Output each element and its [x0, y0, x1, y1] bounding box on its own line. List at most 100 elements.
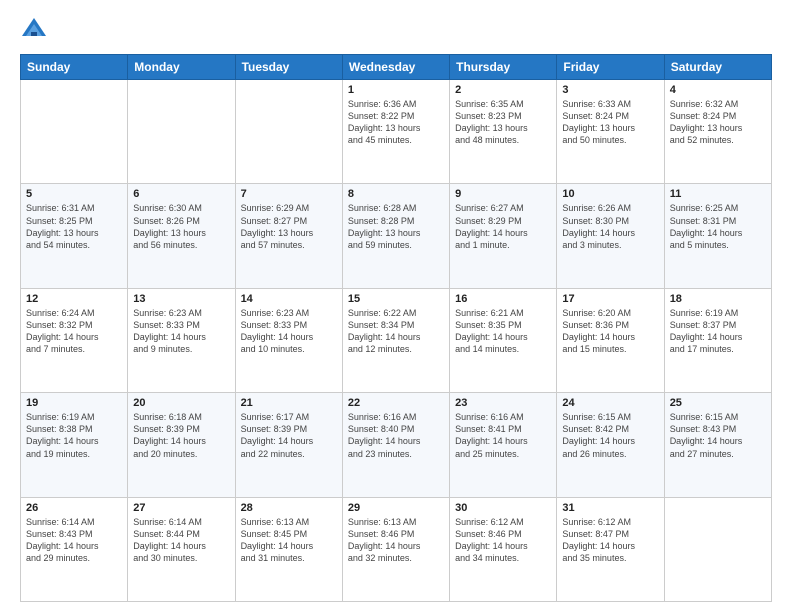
logo-icon [20, 16, 48, 44]
calendar-cell: 23 Sunrise: 6:16 AM Sunset: 8:41 PM Dayli… [450, 393, 557, 497]
day-info: Sunrise: 6:13 AM Sunset: 8:45 PM Dayligh… [241, 516, 337, 565]
calendar-week-3: 19Sunrise: 6:19 AM Sunset: 8:38 PM Dayli… [21, 393, 772, 497]
calendar-header-row: SundayMondayTuesdayWednesdayThursdayFrid… [21, 55, 772, 80]
day-info: Sunrise: 6:15 AM Sunset: 8:42 PM Dayligh… [562, 411, 658, 460]
calendar-cell: 14Sunrise: 6:23 AM Sunset: 8:33 PM Dayli… [235, 288, 342, 392]
day-info: Sunrise: 6:26 AM Sunset: 8:30 PM Dayligh… [562, 202, 658, 251]
calendar-cell: 3 Sunrise: 6:33 AM Sunset: 8:24 PM Daylig… [557, 80, 664, 184]
day-number: 3 [562, 84, 658, 96]
day-info: Sunrise: 6:22 AM Sunset: 8:34 PM Dayligh… [348, 307, 444, 356]
day-number: 2 [455, 84, 551, 96]
day-info: Sunrise: 6:30 AM Sunset: 8:26 PM Dayligh… [133, 202, 229, 251]
day-info: Sunrise: 6:29 AM Sunset: 8:27 PM Dayligh… [241, 202, 337, 251]
calendar-cell: 9 Sunrise: 6:27 AM Sunset: 8:29 PM Daylig… [450, 184, 557, 288]
day-number: 21 [241, 397, 337, 409]
day-info: Sunrise: 6:21 AM Sunset: 8:35 PM Dayligh… [455, 307, 551, 356]
day-number: 27 [133, 502, 229, 514]
calendar-cell: 13 Sunrise: 6:23 AM Sunset: 8:33 PM Dayli… [128, 288, 235, 392]
day-info: Sunrise: 6:15 AM Sunset: 8:43 PM Dayligh… [670, 411, 766, 460]
calendar-cell: 17Sunrise: 6:20 AM Sunset: 8:36 PM Dayli… [557, 288, 664, 392]
calendar-cell: 25 Sunrise: 6:15 AM Sunset: 8:43 PM Dayli… [664, 393, 771, 497]
day-number: 11 [670, 188, 766, 200]
day-number: 1 [348, 84, 444, 96]
calendar-week-4: 26 Sunrise: 6:14 AM Sunset: 8:43 PM Dayli… [21, 497, 772, 601]
day-info: Sunrise: 6:28 AM Sunset: 8:28 PM Dayligh… [348, 202, 444, 251]
day-number: 5 [26, 188, 122, 200]
day-number: 22 [348, 397, 444, 409]
calendar-cell: 15 Sunrise: 6:22 AM Sunset: 8:34 PM Dayli… [342, 288, 449, 392]
day-number: 29 [348, 502, 444, 514]
day-info: Sunrise: 6:25 AM Sunset: 8:31 PM Dayligh… [670, 202, 766, 251]
calendar-cell: 2 Sunrise: 6:35 AM Sunset: 8:23 PM Daylig… [450, 80, 557, 184]
calendar-cell: 31 Sunrise: 6:12 AM Sunset: 8:47 PM Dayli… [557, 497, 664, 601]
day-info: Sunrise: 6:13 AM Sunset: 8:46 PM Dayligh… [348, 516, 444, 565]
calendar-cell: 7 Sunrise: 6:29 AM Sunset: 8:27 PM Daylig… [235, 184, 342, 288]
calendar-cell: 12Sunrise: 6:24 AM Sunset: 8:32 PM Dayli… [21, 288, 128, 392]
logo [20, 16, 52, 44]
day-info: Sunrise: 6:18 AM Sunset: 8:39 PM Dayligh… [133, 411, 229, 460]
calendar-cell: 5Sunrise: 6:31 AM Sunset: 8:25 PM Daylig… [21, 184, 128, 288]
day-number: 18 [670, 293, 766, 305]
day-number: 10 [562, 188, 658, 200]
calendar-cell [21, 80, 128, 184]
day-info: Sunrise: 6:32 AM Sunset: 8:24 PM Dayligh… [670, 98, 766, 147]
day-info: Sunrise: 6:14 AM Sunset: 8:43 PM Dayligh… [26, 516, 122, 565]
day-number: 14 [241, 293, 337, 305]
day-number: 17 [562, 293, 658, 305]
calendar-cell: 24 Sunrise: 6:15 AM Sunset: 8:42 PM Dayli… [557, 393, 664, 497]
day-info: Sunrise: 6:35 AM Sunset: 8:23 PM Dayligh… [455, 98, 551, 147]
day-number: 15 [348, 293, 444, 305]
calendar-header-wednesday: Wednesday [342, 55, 449, 80]
calendar-cell: 22 Sunrise: 6:16 AM Sunset: 8:40 PM Dayli… [342, 393, 449, 497]
day-number: 20 [133, 397, 229, 409]
day-info: Sunrise: 6:23 AM Sunset: 8:33 PM Dayligh… [133, 307, 229, 356]
day-info: Sunrise: 6:12 AM Sunset: 8:47 PM Dayligh… [562, 516, 658, 565]
day-number: 26 [26, 502, 122, 514]
day-number: 16 [455, 293, 551, 305]
day-number: 7 [241, 188, 337, 200]
calendar-cell: 8 Sunrise: 6:28 AM Sunset: 8:28 PM Daylig… [342, 184, 449, 288]
calendar-header-monday: Monday [128, 55, 235, 80]
day-info: Sunrise: 6:16 AM Sunset: 8:41 PM Dayligh… [455, 411, 551, 460]
calendar-cell: 19Sunrise: 6:19 AM Sunset: 8:38 PM Dayli… [21, 393, 128, 497]
day-number: 13 [133, 293, 229, 305]
calendar-header-saturday: Saturday [664, 55, 771, 80]
calendar-cell: 30 Sunrise: 6:12 AM Sunset: 8:46 PM Dayli… [450, 497, 557, 601]
day-number: 6 [133, 188, 229, 200]
page: SundayMondayTuesdayWednesdayThursdayFrid… [0, 0, 792, 612]
calendar-header-thursday: Thursday [450, 55, 557, 80]
day-number: 4 [670, 84, 766, 96]
day-info: Sunrise: 6:19 AM Sunset: 8:37 PM Dayligh… [670, 307, 766, 356]
day-number: 25 [670, 397, 766, 409]
calendar-cell: 20 Sunrise: 6:18 AM Sunset: 8:39 PM Dayli… [128, 393, 235, 497]
calendar-week-0: 1 Sunrise: 6:36 AM Sunset: 8:22 PM Daylig… [21, 80, 772, 184]
calendar: SundayMondayTuesdayWednesdayThursdayFrid… [20, 54, 772, 602]
calendar-cell: 11 Sunrise: 6:25 AM Sunset: 8:31 PM Dayli… [664, 184, 771, 288]
day-number: 19 [26, 397, 122, 409]
calendar-cell: 29 Sunrise: 6:13 AM Sunset: 8:46 PM Dayli… [342, 497, 449, 601]
calendar-cell [128, 80, 235, 184]
day-info: Sunrise: 6:27 AM Sunset: 8:29 PM Dayligh… [455, 202, 551, 251]
calendar-cell: 21Sunrise: 6:17 AM Sunset: 8:39 PM Dayli… [235, 393, 342, 497]
day-info: Sunrise: 6:16 AM Sunset: 8:40 PM Dayligh… [348, 411, 444, 460]
day-number: 24 [562, 397, 658, 409]
day-number: 23 [455, 397, 551, 409]
calendar-cell: 10 Sunrise: 6:26 AM Sunset: 8:30 PM Dayli… [557, 184, 664, 288]
calendar-week-1: 5Sunrise: 6:31 AM Sunset: 8:25 PM Daylig… [21, 184, 772, 288]
day-number: 9 [455, 188, 551, 200]
calendar-cell: 27 Sunrise: 6:14 AM Sunset: 8:44 PM Dayli… [128, 497, 235, 601]
day-info: Sunrise: 6:33 AM Sunset: 8:24 PM Dayligh… [562, 98, 658, 147]
calendar-cell: 1 Sunrise: 6:36 AM Sunset: 8:22 PM Daylig… [342, 80, 449, 184]
day-info: Sunrise: 6:12 AM Sunset: 8:46 PM Dayligh… [455, 516, 551, 565]
calendar-cell: 18 Sunrise: 6:19 AM Sunset: 8:37 PM Dayli… [664, 288, 771, 392]
header [20, 16, 772, 44]
day-number: 30 [455, 502, 551, 514]
calendar-cell: 6 Sunrise: 6:30 AM Sunset: 8:26 PM Daylig… [128, 184, 235, 288]
day-info: Sunrise: 6:36 AM Sunset: 8:22 PM Dayligh… [348, 98, 444, 147]
day-info: Sunrise: 6:24 AM Sunset: 8:32 PM Dayligh… [26, 307, 122, 356]
day-number: 31 [562, 502, 658, 514]
day-info: Sunrise: 6:14 AM Sunset: 8:44 PM Dayligh… [133, 516, 229, 565]
day-number: 8 [348, 188, 444, 200]
calendar-cell: 26 Sunrise: 6:14 AM Sunset: 8:43 PM Dayli… [21, 497, 128, 601]
calendar-week-2: 12Sunrise: 6:24 AM Sunset: 8:32 PM Dayli… [21, 288, 772, 392]
